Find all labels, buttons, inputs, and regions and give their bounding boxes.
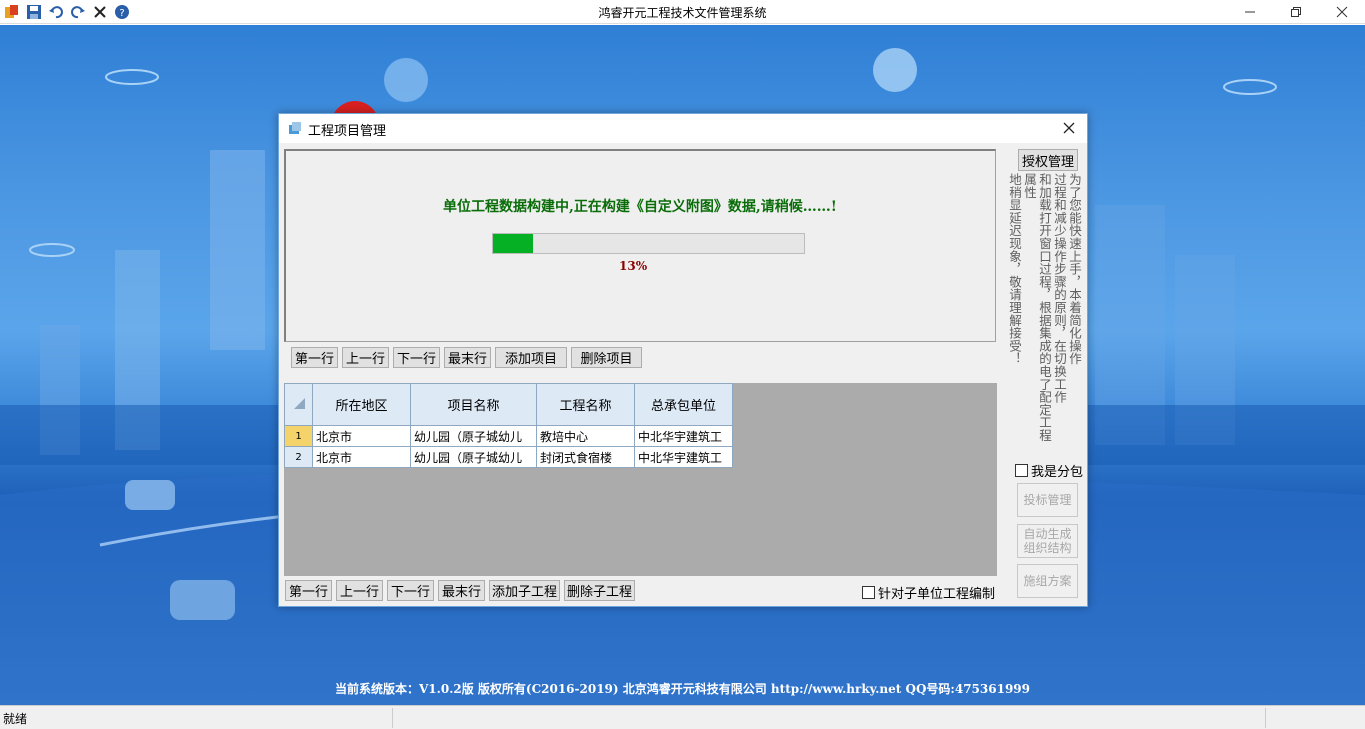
- status-text: 就绪: [3, 712, 28, 726]
- subcontract-checkbox-box[interactable]: [1015, 464, 1028, 477]
- cell-engineering[interactable]: 教培中心: [536, 425, 635, 447]
- project-panel: 单位工程数据构建中,正在构建《自定义附图》数据,请稍候……! 13%: [284, 149, 996, 342]
- select-all-corner[interactable]: [284, 383, 313, 426]
- last-row-button[interactable]: 最末行: [444, 347, 491, 368]
- app-title: 鸿睿开元工程技术文件管理系统: [598, 6, 767, 20]
- minimize-icon[interactable]: [1227, 0, 1273, 24]
- help-text-column: 和加载打开窗口过程，根据集成的电了配定工程属性: [1022, 173, 1052, 442]
- sub-first-row-button[interactable]: 第一行: [285, 580, 332, 601]
- column-header[interactable]: 所在地区: [312, 383, 411, 426]
- table-row[interactable]: 1 北京市 幼儿园（原子城幼儿 教培中心 中北华宇建筑工: [284, 425, 733, 447]
- delete-sub-project-button[interactable]: 删除子工程: [564, 580, 635, 601]
- status-bar: 就绪: [0, 705, 1365, 729]
- project-icon: [287, 120, 303, 140]
- progress-fill: [493, 234, 534, 253]
- column-header[interactable]: 总承包单位: [634, 383, 733, 426]
- restore-icon[interactable]: [1273, 0, 1319, 24]
- next-row-button[interactable]: 下一行: [393, 347, 440, 368]
- table-header-row: 所在地区 项目名称 工程名称 总承包单位: [284, 383, 733, 426]
- subcontract-checkbox[interactable]: 我是分包: [1015, 461, 1083, 480]
- table-row[interactable]: 2 北京市 幼儿园（原子城幼儿 封闭式食宿楼 中北华宇建筑工: [284, 446, 733, 468]
- window-controls: [1227, 0, 1365, 24]
- dialog-titlebar: 工程项目管理: [279, 114, 1087, 143]
- sub-last-row-button[interactable]: 最末行: [438, 580, 485, 601]
- progress-bar: [492, 233, 805, 254]
- cell-region[interactable]: 北京市: [312, 425, 411, 447]
- cell-contractor[interactable]: 中北华宇建筑工: [634, 425, 733, 447]
- project-grid: 所在地区 项目名称 工程名称 总承包单位 1 北京市 幼儿园（原子城幼儿 教培中…: [284, 383, 997, 576]
- status-divider: [392, 708, 393, 728]
- project-table: 所在地区 项目名称 工程名称 总承包单位 1 北京市 幼儿园（原子城幼儿 教培中…: [284, 383, 733, 468]
- subcontract-checkbox-label: 我是分包: [1031, 465, 1084, 480]
- construction-plan-button[interactable]: 施组方案: [1017, 564, 1078, 598]
- bid-management-button[interactable]: 投标管理: [1017, 483, 1078, 517]
- window-close-icon[interactable]: [1319, 0, 1365, 24]
- loading-message: 单位工程数据构建中,正在构建《自定义附图》数据,请稍候……!: [443, 199, 837, 215]
- sub-next-row-button[interactable]: 下一行: [387, 580, 434, 601]
- status-divider: [1265, 708, 1266, 728]
- delete-project-button[interactable]: 删除项目: [571, 347, 642, 368]
- help-text-column: 为了您能快速上手，本着简化操作: [1067, 173, 1082, 365]
- cell-project[interactable]: 幼儿园（原子城幼儿: [410, 425, 537, 447]
- project-management-dialog: 工程项目管理 单位工程数据构建中,正在构建《自定义附图》数据,请稍候……! 13…: [278, 113, 1088, 607]
- add-project-button[interactable]: 添加项目: [495, 347, 567, 368]
- column-header[interactable]: 项目名称: [410, 383, 537, 426]
- help-text-column: 过程和减少操作步骤的原则，在切换工作: [1052, 173, 1067, 404]
- app-titlebar: ? 鸿睿开元工程技术文件管理系统: [0, 0, 1365, 24]
- sub-prev-row-button[interactable]: 上一行: [336, 580, 383, 601]
- progress-percent: 13%: [619, 259, 648, 273]
- column-header[interactable]: 工程名称: [536, 383, 635, 426]
- auth-management-button[interactable]: 授权管理: [1018, 149, 1078, 171]
- row-number[interactable]: 2: [284, 446, 313, 468]
- footer-copyright: 当前系统版本：V1.0.2版 版权所有(C2016-2019) 北京鸿睿开元科技…: [335, 682, 1030, 696]
- first-row-button[interactable]: 第一行: [291, 347, 338, 368]
- dialog-close-icon[interactable]: [1057, 117, 1081, 139]
- sub-unit-checkbox-box[interactable]: [862, 586, 875, 599]
- cell-region[interactable]: 北京市: [312, 446, 411, 468]
- cell-engineering[interactable]: 封闭式食宿楼: [536, 446, 635, 468]
- sub-unit-checkbox[interactable]: 针对子单位工程编制: [862, 583, 995, 602]
- help-info-text: 为了您能快速上手，本着简化操作 过程和减少操作步骤的原则，在切换工作 和加载打开…: [1008, 173, 1082, 445]
- sub-unit-checkbox-label: 针对子单位工程编制: [878, 587, 996, 602]
- add-sub-project-button[interactable]: 添加子工程: [489, 580, 560, 601]
- dialog-title: 工程项目管理: [308, 124, 387, 139]
- help-text-column: 地稍显延迟现象，敬请理解接受！: [1008, 173, 1022, 365]
- auto-generate-structure-button[interactable]: 自动生成组织结构: [1017, 524, 1078, 558]
- cell-project[interactable]: 幼儿园（原子城幼儿: [410, 446, 537, 468]
- prev-row-button[interactable]: 上一行: [342, 347, 389, 368]
- row-number[interactable]: 1: [284, 425, 313, 447]
- cell-contractor[interactable]: 中北华宇建筑工: [634, 446, 733, 468]
